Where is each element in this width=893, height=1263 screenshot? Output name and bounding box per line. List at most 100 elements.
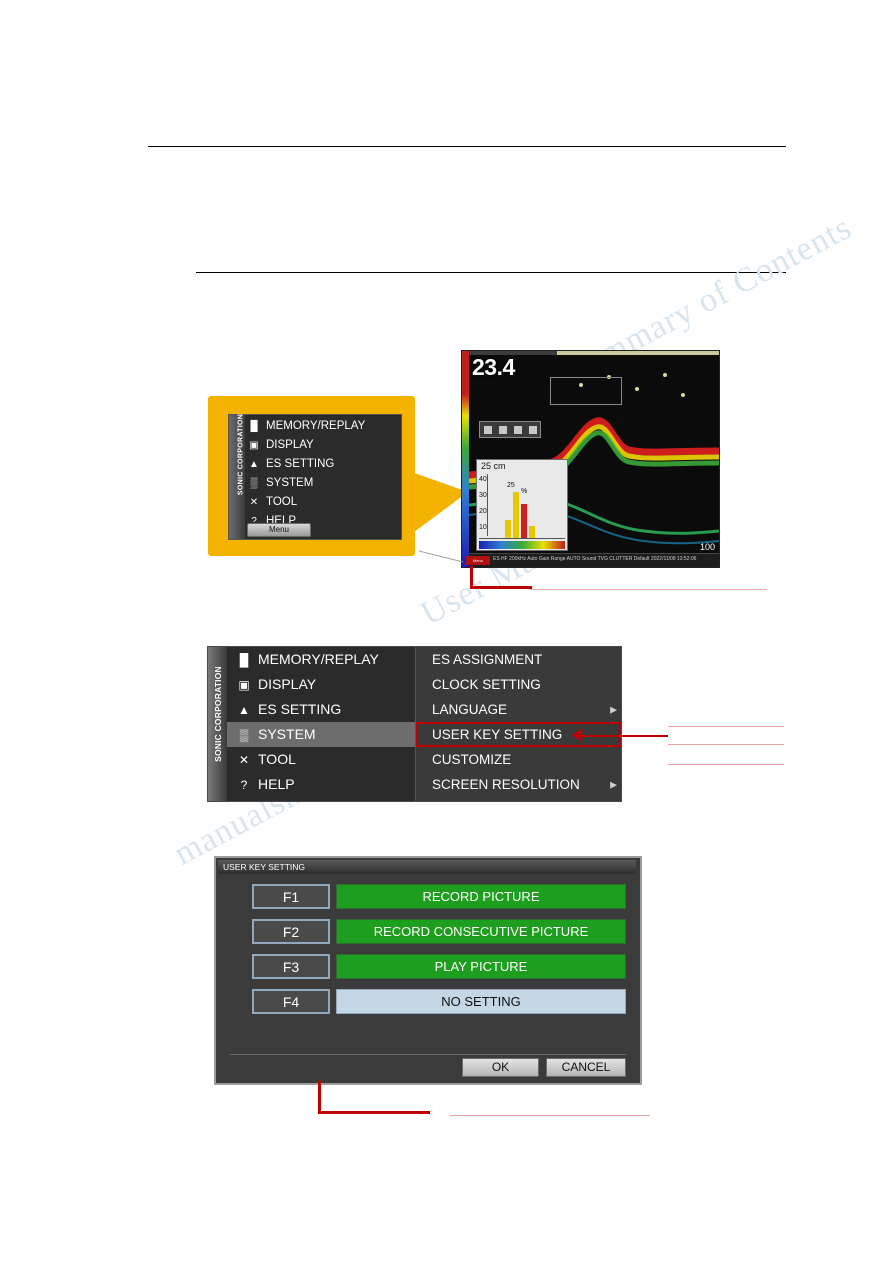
sonar-screenshot: 23.4 25 cm 40 30 20 10 25 % 100 ES HF 20… <box>461 350 720 568</box>
dialog-row: F4 NO SETTING <box>230 989 626 1014</box>
menu-item-system[interactable]: ▒ SYSTEM <box>247 474 313 493</box>
menu-item-label: DISPLAY <box>266 439 314 451</box>
fkey-label-f3[interactable]: F3 <box>252 954 330 979</box>
menu-item-label: ES SETTING <box>266 458 335 470</box>
menu-item-es-setting[interactable]: ▲ ES SETTING <box>247 455 334 474</box>
annotation-underline <box>668 726 784 727</box>
histogram-x-axis <box>479 538 565 539</box>
histogram-tick-label: 20 <box>479 508 487 515</box>
annotation-underline <box>668 764 784 765</box>
submenu-item-screen-resolution[interactable]: SCREEN RESOLUTION ▶ <box>416 772 621 797</box>
menu-item-help[interactable]: ? HELP <box>227 772 415 797</box>
menu-item-es-setting[interactable]: ▲ ES SETTING <box>227 697 415 722</box>
fkey-label-f2[interactable]: F2 <box>252 919 330 944</box>
fish-icon: ▲ <box>249 459 259 470</box>
folder-icon: █ <box>239 653 249 667</box>
sonar-range-label: 100 <box>699 542 715 552</box>
pointer-arrow-line <box>578 735 668 737</box>
sonar-status-text: ES HF 200kHz Auto Gain Range AUTO Sound … <box>493 556 697 562</box>
menu-sidebar-label: SONIC CORPORATION <box>237 413 245 496</box>
sonar-control-strip[interactable] <box>479 421 541 438</box>
histogram-unit-label: % <box>521 488 528 495</box>
expanded-menu-panel: SONIC CORPORATION █ MEMORY/REPLAY ▣ DISPLA… <box>207 646 622 802</box>
submenu-item-language[interactable]: LANGUAGE ▶ <box>416 697 621 722</box>
sonar-status-bar: ES HF 200kHz Auto Gain Range AUTO Sound … <box>469 553 719 567</box>
dialog-title-bar: USER KEY SETTING <box>218 860 636 874</box>
callout-bubble-menu: SONIC CORPORATION █ MEMORY/REPLAY ▣ DISPLA… <box>208 396 415 556</box>
menu-sidebar: SONIC CORPORATION <box>229 414 245 539</box>
histogram-color-bar <box>479 541 565 549</box>
fkey-value-f4[interactable]: NO SETTING <box>336 989 626 1014</box>
fkey-label-f4[interactable]: F4 <box>252 989 330 1014</box>
display-icon: ▣ <box>238 678 250 692</box>
histogram-peak-label: 25 <box>507 482 515 489</box>
submenu-item-customize[interactable]: CUSTOMIZE <box>416 747 621 772</box>
control-square-icon <box>498 425 507 434</box>
menu-item-tool[interactable]: ✕ TOOL <box>247 493 297 512</box>
annotation-underline <box>450 1115 650 1116</box>
submenu-item-label: LANGUAGE <box>432 702 508 717</box>
sonar-selection-box <box>550 377 622 405</box>
fkey-value-f1[interactable]: RECORD PICTURE <box>336 884 626 909</box>
menu-button[interactable]: Menu <box>247 523 311 537</box>
menu-item-memory-replay[interactable]: █ MEMORY/REPLAY <box>227 647 415 672</box>
menu-sidebar-label: SONIC CORPORATION <box>213 666 223 762</box>
pointer-line-horizontal <box>470 586 532 589</box>
system-icon: ▒ <box>250 478 258 489</box>
submenu-item-label: SCREEN RESOLUTION <box>432 777 580 792</box>
cancel-button[interactable]: CANCEL <box>546 1058 626 1077</box>
chevron-right-icon: ▶ <box>610 779 617 789</box>
pointer-line-vertical <box>470 566 473 588</box>
dialog-separator <box>230 1054 626 1055</box>
user-key-setting-dialog: USER KEY SETTING F1 RECORD PICTURE F2 RE… <box>214 856 642 1085</box>
control-square-icon <box>513 425 522 434</box>
control-square-icon <box>483 425 492 434</box>
pointer-line-vertical <box>318 1081 321 1114</box>
histogram-tick-label: 10 <box>479 524 487 531</box>
submenu-item-label: CUSTOMIZE <box>432 752 512 767</box>
dialog-body: F1 RECORD PICTURE F2 RECORD CONSECUTIVE … <box>230 884 626 1044</box>
folder-icon: █ <box>250 421 258 432</box>
menu-item-label: HELP <box>258 776 295 792</box>
display-icon: ▣ <box>249 440 259 451</box>
menu-item-display[interactable]: ▣ DISPLAY <box>247 436 314 455</box>
dialog-row: F2 RECORD CONSECUTIVE PICTURE <box>230 919 626 944</box>
expanded-menu-left-column: █ MEMORY/REPLAY ▣ DISPLAY ▲ ES SETTING ▒ SYS… <box>227 647 415 801</box>
menu-item-label: DISPLAY <box>258 676 317 692</box>
menu-item-display[interactable]: ▣ DISPLAY <box>227 672 415 697</box>
menu-item-system[interactable]: ▒ SYSTEM <box>227 722 415 747</box>
fish-icon: ▲ <box>238 703 250 717</box>
submenu-item-es-assignment[interactable]: ES ASSIGNMENT <box>416 647 621 672</box>
sonar-histogram: 25 cm 40 30 20 10 25 % <box>476 459 568 551</box>
sonar-color-scale <box>462 351 469 567</box>
section-rule <box>196 272 786 273</box>
dialog-row: F3 PLAY PICTURE <box>230 954 626 979</box>
tool-icon: ✕ <box>249 497 259 508</box>
menu-item-tool[interactable]: ✕ TOOL <box>227 747 415 772</box>
menu-item-label: TOOL <box>258 751 296 767</box>
histogram-title: 25 cm <box>481 461 506 471</box>
fkey-value-f2[interactable]: RECORD CONSECUTIVE PICTURE <box>336 919 626 944</box>
ok-button[interactable]: OK <box>462 1058 539 1077</box>
fkey-label-f1[interactable]: F1 <box>252 884 330 909</box>
sonar-menu-tag[interactable]: Menu <box>466 556 490 565</box>
menu-item-label: TOOL <box>266 496 298 508</box>
chevron-right-icon: ▶ <box>610 704 617 714</box>
sonar-depth-value: 23.4 <box>472 354 515 380</box>
submenu-item-clock-setting[interactable]: CLOCK SETTING <box>416 672 621 697</box>
menu-item-label: SYSTEM <box>258 726 316 742</box>
histogram-tick-label: 40 <box>479 476 487 483</box>
annotation-underline <box>530 589 767 590</box>
histogram-bar <box>513 492 519 538</box>
fkey-value-f3[interactable]: PLAY PICTURE <box>336 954 626 979</box>
leader-line <box>418 550 464 563</box>
submenu-item-label: USER KEY SETTING <box>432 727 563 742</box>
submenu-item-label: ES ASSIGNMENT <box>432 652 543 667</box>
callout-bubble-tail <box>406 470 468 538</box>
histogram-bar <box>505 520 511 538</box>
menu-item-memory-replay[interactable]: █ MEMORY/REPLAY <box>247 417 365 436</box>
pointer-line-horizontal <box>318 1111 430 1114</box>
control-square-icon <box>528 425 537 434</box>
histogram-y-axis <box>487 474 488 536</box>
menu-item-label: ES SETTING <box>258 701 342 717</box>
